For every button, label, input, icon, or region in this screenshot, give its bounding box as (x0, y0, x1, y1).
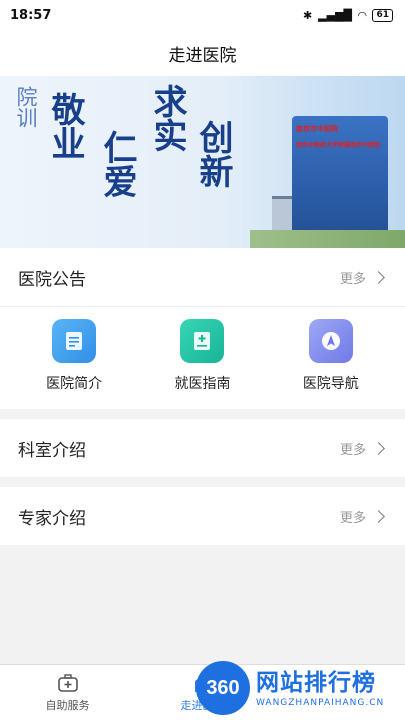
banner-motto-4: 创新 (193, 120, 233, 188)
announcement-more-link[interactable]: 更多 (340, 268, 387, 287)
watermark-text: 网站排行榜 (256, 670, 376, 696)
quick-link-label: 医院导航 (302, 376, 359, 392)
document-icon (52, 319, 97, 363)
building-sign-2: 南京中医药大学附属南京中医院 (296, 142, 381, 149)
quick-link-hospital-intro[interactable]: 医院简介 (19, 319, 129, 393)
section-divider (0, 409, 405, 419)
banner-motto-label: 院训 (14, 86, 38, 128)
bluetooth-icon: ✱ (302, 8, 313, 22)
wifi-icon: ◠ (358, 8, 367, 22)
status-bar: 18:57 ✱ ▂▄▆█ ◠ 61 (0, 0, 405, 30)
status-time: 18:57 (10, 7, 52, 23)
experts-section: 专家介绍 更多 (0, 487, 405, 545)
more-label: 更多 (339, 442, 366, 458)
more-label: 更多 (339, 271, 366, 287)
tab-self-service[interactable]: 自助服务 (0, 665, 135, 720)
announcement-row[interactable]: 医院公告 更多 (0, 248, 405, 306)
medical-kit-icon (57, 673, 78, 692)
departments-row[interactable]: 科室介绍 更多 (0, 419, 405, 477)
tab-label: 自助服务 (45, 698, 90, 712)
announcement-title: 医院公告 (18, 269, 86, 290)
quick-link-label: 就医指南 (174, 376, 231, 392)
quick-link-hospital-navigation[interactable]: 医院导航 (276, 319, 386, 393)
signal-icon: ▂▄▆█ (318, 8, 352, 22)
status-icons: ✱ ▂▄▆█ ◠ 61 (302, 8, 393, 22)
experts-more-link[interactable]: 更多 (340, 507, 387, 526)
chevron-right-icon (372, 441, 385, 455)
battery-indicator: 61 (372, 8, 393, 22)
nav-bar: 走进医院 (0, 30, 405, 76)
chevron-right-icon (372, 270, 385, 284)
hospital-building-image: 南京市中医院 南京中医药大学附属南京中医院 (292, 116, 388, 246)
experts-title: 专家介绍 (18, 508, 86, 529)
experts-row[interactable]: 专家介绍 更多 (0, 487, 405, 545)
banner-motto-1: 敬业 (45, 92, 85, 160)
watermark-overlay: 360 网站排行榜 WANGZHANPAIHANG.CN (196, 660, 384, 716)
hospital-banner[interactable]: 院训 敬业 仁爱 求实 创新 南京市中医院 南京中医药大学附属南京中医院 (0, 76, 405, 248)
watermark-subtext: WANGZHANPAIHANG.CN (256, 698, 385, 708)
page-title: 走进医院 (168, 45, 237, 66)
departments-title: 科室介绍 (18, 440, 86, 461)
medical-card-icon (180, 319, 225, 363)
more-label: 更多 (339, 510, 366, 526)
quick-links: 医院简介 就医指南 医院导航 (0, 306, 405, 409)
quick-link-medical-guide[interactable]: 就医指南 (147, 319, 257, 393)
watermark-logo: 360 (196, 661, 250, 715)
departments-more-link[interactable]: 更多 (340, 439, 387, 458)
departments-section: 科室介绍 更多 (0, 419, 405, 477)
watermark-text-block: 网站排行榜 WANGZHANPAIHANG.CN (256, 668, 384, 708)
banner-motto-3: 求实 (147, 84, 187, 152)
navigation-arrow-icon (308, 319, 353, 363)
section-divider (0, 477, 405, 487)
quick-link-label: 医院简介 (46, 376, 103, 392)
ground-image (250, 230, 405, 248)
banner-motto-2: 仁爱 (97, 130, 137, 198)
announcement-section: 医院公告 更多 医院简介 就医指南 医院导航 (0, 248, 405, 409)
building-sign-1: 南京市中医院 (296, 125, 338, 133)
chevron-right-icon (372, 509, 385, 523)
